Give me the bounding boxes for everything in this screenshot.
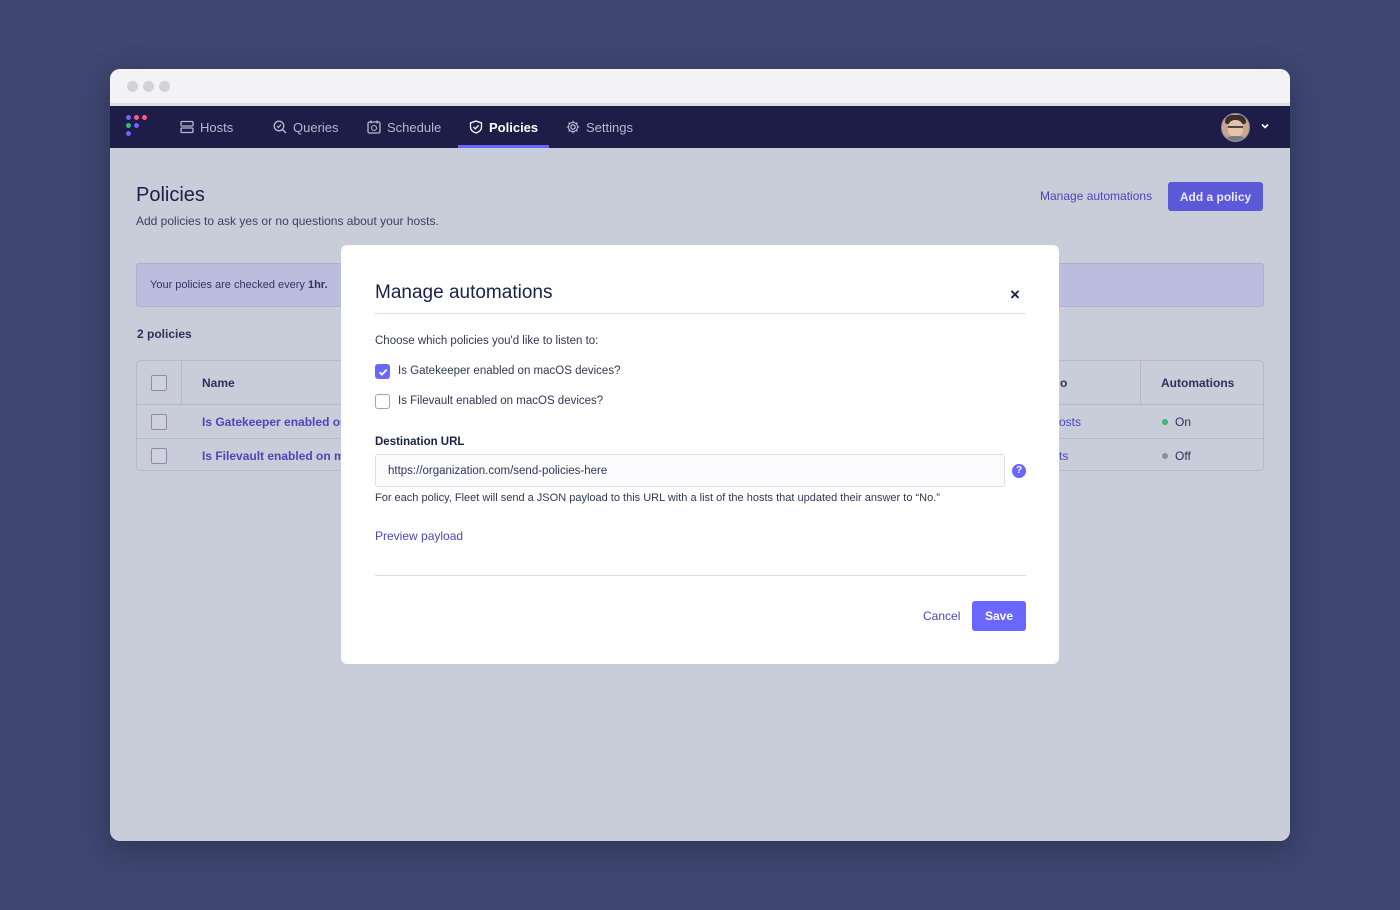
preview-payload-link[interactable]: Preview payload bbox=[375, 529, 463, 543]
modal-title: Manage automations bbox=[375, 282, 553, 303]
column-header-partial[interactable]: o bbox=[1060, 376, 1067, 390]
modal-footer-divider bbox=[375, 575, 1026, 576]
automation-status: Off bbox=[1175, 449, 1191, 463]
policy-count: 2 policies bbox=[137, 327, 192, 341]
avatar[interactable] bbox=[1221, 113, 1250, 142]
nav-item-hosts[interactable]: Hosts bbox=[180, 106, 233, 148]
destination-url-input[interactable] bbox=[375, 454, 1005, 487]
hosts-link[interactable]: osts bbox=[1059, 415, 1081, 429]
nav-label-queries: Queries bbox=[293, 119, 339, 135]
checkmark-icon bbox=[378, 368, 387, 376]
nav-label-settings: Settings bbox=[586, 119, 633, 135]
gatekeeper-checkbox[interactable] bbox=[375, 364, 390, 379]
automation-status: On bbox=[1175, 415, 1192, 429]
policy-name-link[interactable]: Is Gatekeeper enabled on bbox=[202, 415, 347, 429]
status-dot-on bbox=[1162, 419, 1168, 425]
modal-prompt: Choose which policies you'd like to list… bbox=[375, 335, 599, 347]
save-button[interactable]: Save bbox=[972, 601, 1026, 631]
manage-automations-link[interactable]: Manage automations bbox=[1040, 189, 1152, 203]
column-header-name[interactable]: Name bbox=[202, 376, 235, 390]
schedule-icon bbox=[367, 120, 381, 134]
modal-divider bbox=[375, 313, 1026, 314]
filevault-option-label[interactable]: Is Filevault enabled on macOS devices? bbox=[398, 395, 603, 407]
manage-automations-modal: Manage automations × Choose which polici… bbox=[341, 245, 1059, 664]
window-titlebar bbox=[110, 69, 1290, 106]
gatekeeper-option-label[interactable]: Is Gatekeeper enabled on macOS devices? bbox=[398, 365, 620, 377]
window-dot-maximize[interactable] bbox=[159, 81, 170, 92]
close-icon[interactable]: × bbox=[1010, 285, 1020, 305]
nav-label-policies: Policies bbox=[489, 119, 539, 135]
nav-item-queries[interactable]: Queries bbox=[273, 106, 339, 148]
nav-item-schedule[interactable]: Schedule bbox=[367, 106, 441, 148]
hosts-link[interactable]: ts bbox=[1059, 449, 1068, 463]
status-dot-off bbox=[1162, 453, 1168, 459]
cancel-button[interactable]: Cancel bbox=[923, 609, 960, 623]
select-all-checkbox[interactable] bbox=[151, 375, 167, 391]
gear-icon bbox=[566, 120, 580, 134]
top-nav: Hosts Queries Schedule Policies Settings bbox=[110, 106, 1290, 148]
window-dot-close[interactable] bbox=[127, 81, 138, 92]
page-subtitle: Add policies to ask yes or no questions … bbox=[136, 214, 439, 228]
destination-url-label: Destination URL bbox=[375, 436, 465, 448]
policy-name-link[interactable]: Is Filevault enabled on ma bbox=[202, 449, 351, 463]
add-policy-button[interactable]: Add a policy bbox=[1168, 182, 1263, 211]
filevault-checkbox[interactable] bbox=[375, 394, 390, 409]
fleet-logo-icon[interactable] bbox=[126, 115, 148, 137]
banner-text: Your policies are checked every 1hr. bbox=[150, 279, 328, 291]
queries-icon bbox=[273, 120, 287, 134]
nav-label-schedule: Schedule bbox=[387, 119, 442, 135]
nav-label-hosts: Hosts bbox=[200, 119, 234, 135]
url-helper-text: For each policy, Fleet will send a JSON … bbox=[375, 492, 940, 504]
window-dot-minimize[interactable] bbox=[143, 81, 154, 92]
column-header-automations[interactable]: Automations bbox=[1161, 376, 1234, 390]
nav-item-policies[interactable]: Policies bbox=[458, 106, 550, 148]
help-icon[interactable]: ? bbox=[1012, 464, 1026, 478]
hosts-icon bbox=[180, 120, 194, 134]
page-title: Policies bbox=[136, 184, 205, 206]
shield-icon bbox=[469, 120, 483, 134]
row-checkbox[interactable] bbox=[151, 448, 167, 464]
chevron-down-icon[interactable] bbox=[1260, 121, 1270, 131]
row-checkbox[interactable] bbox=[151, 414, 167, 430]
nav-item-settings[interactable]: Settings bbox=[566, 106, 633, 148]
